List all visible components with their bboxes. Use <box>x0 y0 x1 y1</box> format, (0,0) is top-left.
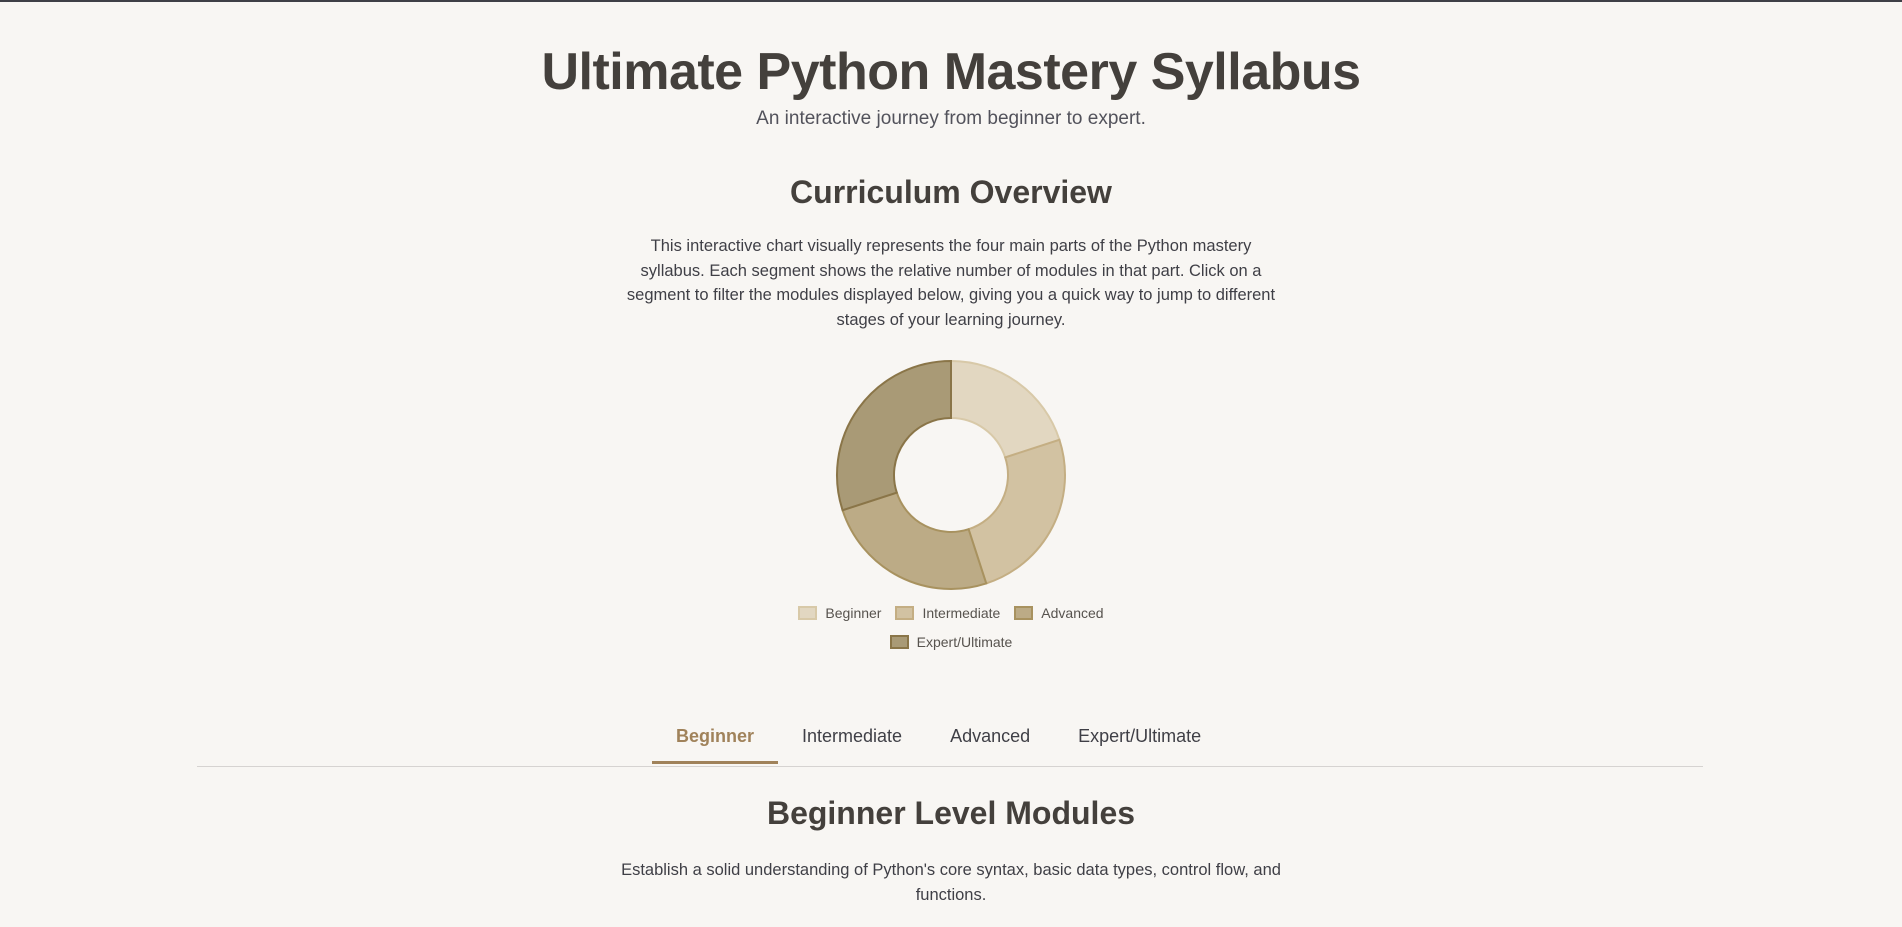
overview-description: This interactive chart visually represen… <box>626 237 1276 329</box>
page-title: Ultimate Python Mastery Syllabus <box>541 43 1361 101</box>
legend-label: Advanced <box>1041 605 1104 621</box>
tab-intermediate[interactable]: Intermediate <box>778 712 926 764</box>
chart-legend: Beginner Intermediate Advanced <box>0 605 1902 621</box>
level-tabs: Beginner Intermediate Advanced Expert/Ultim… <box>197 712 1703 767</box>
donut-chart <box>836 359 1066 590</box>
legend-swatch <box>889 635 909 649</box>
legend-item-intermediate[interactable]: Intermediate <box>895 605 1000 621</box>
overview-heading: Curriculum Overview <box>790 174 1112 210</box>
legend-item-advanced[interactable]: Advanced <box>1014 605 1104 621</box>
chart-legend-row2: Expert/Ultimate <box>0 634 1902 650</box>
legend-item-beginner[interactable]: Beginner <box>798 605 881 621</box>
curriculum-chart: Beginner Intermediate Advanced Expert/Ulti… <box>0 355 1902 655</box>
level-description: Establish a solid understanding of Pytho… <box>621 861 1281 904</box>
tab-advanced[interactable]: Advanced <box>926 712 1054 764</box>
donut-segment-advanced[interactable] <box>841 491 988 590</box>
legend-item-expert-ultimate[interactable]: Expert/Ultimate <box>889 634 1013 650</box>
legend-label: Expert/Ultimate <box>916 634 1013 650</box>
level-heading: Beginner Level Modules <box>766 795 1136 831</box>
page-subtitle: An interactive journey from beginner to … <box>756 108 1146 129</box>
tab-beginner[interactable]: Beginner <box>652 712 779 764</box>
donut-segment-beginner[interactable] <box>950 359 1061 459</box>
legend-label: Beginner <box>825 605 882 621</box>
legend-swatch <box>895 606 915 620</box>
top-border <box>0 0 1902 2</box>
donut-segment-intermediate[interactable] <box>967 438 1066 585</box>
legend-swatch <box>1014 606 1034 620</box>
donut-segment-expert-ultimate[interactable] <box>836 359 952 512</box>
tab-expert-ultimate[interactable]: Expert/Ultimate <box>1054 712 1225 764</box>
legend-swatch <box>798 606 818 620</box>
legend-label: Intermediate <box>922 605 1001 621</box>
